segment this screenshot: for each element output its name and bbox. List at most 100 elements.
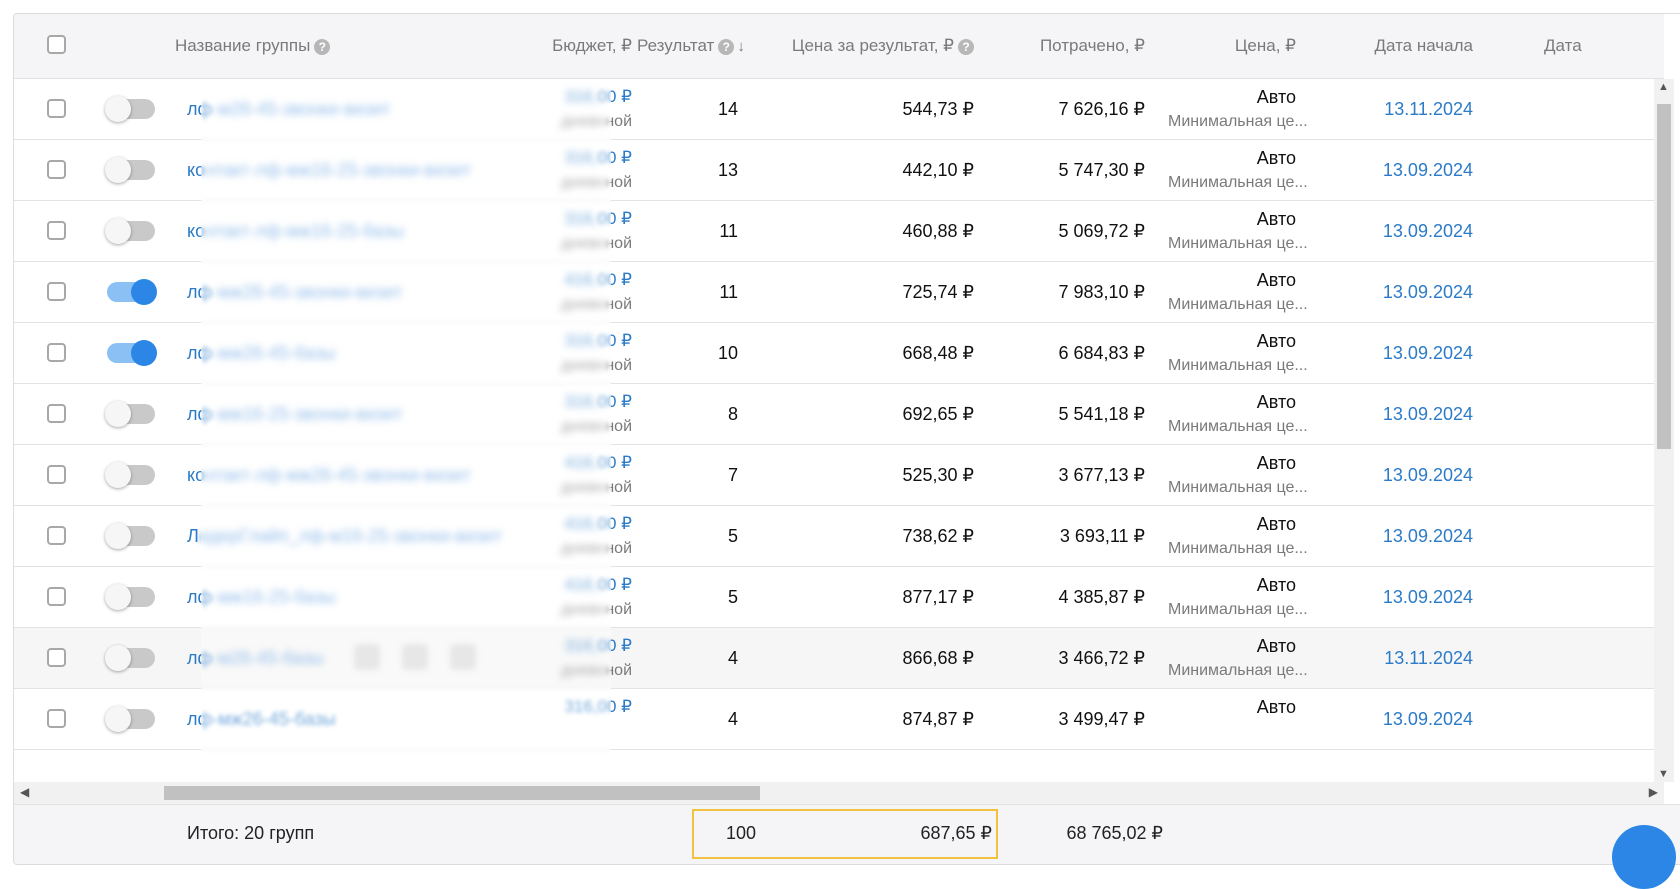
budget-value[interactable]: 316,00 ₽ — [564, 636, 632, 656]
vertical-scroll-thumb[interactable] — [1657, 104, 1671, 449]
cpr-value: 738,62 ₽ — [902, 526, 974, 546]
group-name-link[interactable]: лф-мж16-25-базы — [187, 567, 336, 627]
status-toggle[interactable] — [105, 462, 155, 488]
help-icon[interactable]: ? — [958, 38, 974, 55]
spent-value: 7 626,16 ₽ — [1058, 99, 1145, 119]
table-row[interactable]: контакт-лф-мж26-45-звонки-визит 416,00 ₽ д… — [14, 445, 1664, 506]
table-row[interactable]: лф-м26-45-базы 316,00 ₽ дневнной 4 866,68 ₽ 3… — [14, 628, 1664, 689]
scroll-left-icon[interactable]: ◀ — [20, 785, 29, 799]
table-row[interactable]: контакт-лф-мж16-25-звонки-визит 316,00 ₽ д… — [14, 140, 1664, 201]
toggle-knob — [105, 584, 131, 610]
row-actions — [354, 644, 476, 670]
budget-value[interactable]: 316,00 ₽ — [564, 87, 632, 107]
start-date-link[interactable]: 13.09.2024 — [1383, 506, 1473, 566]
group-name-link[interactable]: лф-м26-45-базы — [187, 628, 324, 688]
group-name-link[interactable]: ЛидерГлайп_лф-м16-25-звонки-визит — [187, 506, 502, 566]
vertical-scrollbar[interactable]: ▲ ▼ — [1654, 79, 1674, 782]
start-date-link[interactable]: 13.09.2024 — [1383, 201, 1473, 261]
table-row[interactable]: лф-мж26-45-базы 316,00 ₽ дневнной 10 668,48 … — [14, 323, 1664, 384]
budget-value[interactable]: 416,00 ₽ — [564, 575, 632, 595]
edit-icon[interactable] — [402, 644, 428, 670]
row-checkbox[interactable] — [47, 648, 66, 667]
start-date-link[interactable]: 13.09.2024 — [1383, 262, 1473, 322]
start-date-link[interactable]: 13.09.2024 — [1383, 140, 1473, 200]
column-start-date-header[interactable]: Дата начала — [1374, 14, 1473, 78]
budget-value[interactable]: 316,00 ₽ — [564, 697, 632, 717]
table-row[interactable]: лф-мж26-45-звонки-визит 416,00 ₽ дневнной 1… — [14, 262, 1664, 323]
scroll-up-icon[interactable]: ▲ — [1658, 81, 1669, 93]
scroll-right-icon[interactable]: ▶ — [1649, 785, 1658, 799]
status-toggle[interactable] — [105, 645, 155, 671]
status-toggle[interactable] — [105, 584, 155, 610]
status-toggle[interactable] — [105, 96, 155, 122]
row-checkbox[interactable] — [47, 404, 66, 423]
start-date-link[interactable]: 13.09.2024 — [1383, 445, 1473, 505]
row-checkbox[interactable] — [47, 526, 66, 545]
start-date-link[interactable]: 13.11.2024 — [1384, 79, 1473, 139]
chat-button[interactable] — [1612, 825, 1676, 889]
row-checkbox[interactable] — [47, 465, 66, 484]
column-cpr-header[interactable]: Цена за результат, ₽? — [792, 14, 974, 78]
budget-value[interactable]: 416,00 ₽ — [564, 270, 632, 290]
status-toggle[interactable] — [105, 218, 155, 244]
column-name-header[interactable]: Название группы? — [175, 14, 331, 78]
group-name-link[interactable]: контакт-лф-мж26-45-звонки-визит — [187, 445, 471, 505]
budget-value[interactable]: 316,00 ₽ — [564, 209, 632, 229]
price-strategy: Минимальная це... — [1168, 357, 1308, 374]
start-date-link[interactable]: 13.09.2024 — [1383, 567, 1473, 627]
row-checkbox[interactable] — [47, 99, 66, 118]
budget-value[interactable]: 316,00 ₽ — [564, 331, 632, 351]
status-toggle[interactable] — [107, 279, 157, 305]
group-name-link[interactable]: лф-м26-45-звонки-визит — [187, 79, 390, 139]
budget-value[interactable]: 316,00 ₽ — [564, 392, 632, 412]
row-checkbox[interactable] — [47, 221, 66, 240]
group-name-link[interactable]: лф-мж26-45-базы — [187, 323, 336, 383]
column-spent-header[interactable]: Потрачено, ₽ — [1040, 14, 1145, 78]
row-checkbox[interactable] — [47, 587, 66, 606]
column-end-date-header[interactable]: Дата — [1544, 14, 1582, 78]
table-row[interactable]: лф-мж26-45-базы 316,00 ₽ 4 874,87 ₽ 3 499,47… — [14, 689, 1664, 750]
row-checkbox[interactable] — [47, 709, 66, 728]
table-row[interactable]: ЛидерГлайп_лф-м16-25-звонки-визит 416,00 … — [14, 506, 1664, 567]
scroll-down-icon[interactable]: ▼ — [1658, 768, 1669, 780]
row-checkbox[interactable] — [47, 160, 66, 179]
row-checkbox[interactable] — [47, 343, 66, 362]
column-result-header[interactable]: Результат? ↓ — [637, 14, 745, 78]
table-row[interactable]: лф-м26-45-звонки-визит 316,00 ₽ дневнной 14… — [14, 79, 1664, 140]
more-icon[interactable] — [450, 644, 476, 670]
row-checkbox[interactable] — [47, 282, 66, 301]
column-price-header[interactable]: Цена, ₽ — [1235, 14, 1296, 78]
table-row[interactable]: контакт-лф-мж16-25-базы 316,00 ₽ дневнной 1… — [14, 201, 1664, 262]
cpr-value: 668,48 ₽ — [902, 343, 974, 363]
sort-desc-icon: ↓ — [737, 38, 745, 55]
price-strategy: Минимальная це... — [1168, 418, 1308, 435]
result-value: 11 — [719, 221, 738, 241]
status-toggle[interactable] — [105, 157, 155, 183]
group-name-link[interactable]: контакт-лф-мж16-25-звонки-визит — [187, 140, 471, 200]
budget-value[interactable]: 316,00 ₽ — [564, 148, 632, 168]
start-date-link[interactable]: 13.09.2024 — [1383, 323, 1473, 383]
select-all-checkbox[interactable] — [47, 35, 66, 54]
budget-value[interactable]: 416,00 ₽ — [564, 453, 632, 473]
status-toggle[interactable] — [105, 706, 155, 732]
group-name-link[interactable]: лф-мж26-45-базы — [187, 689, 336, 749]
help-icon[interactable]: ? — [718, 38, 735, 55]
help-icon[interactable]: ? — [314, 38, 331, 55]
table-row[interactable]: лф-мж16-25-звонки-визит 316,00 ₽ дневнной 8… — [14, 384, 1664, 445]
horizontal-scroll-thumb[interactable] — [164, 786, 760, 800]
copy-icon[interactable] — [354, 644, 380, 670]
group-name-link[interactable]: лф-мж26-45-звонки-визит — [187, 262, 402, 322]
group-name-link[interactable]: лф-мж16-25-звонки-визит — [187, 384, 402, 444]
start-date-link[interactable]: 13.09.2024 — [1383, 384, 1473, 444]
status-toggle[interactable] — [105, 401, 155, 427]
horizontal-scrollbar[interactable]: ◀ ▶ — [14, 782, 1664, 804]
table-row[interactable]: лф-мж16-25-базы 416,00 ₽ дневнной 5 877,17 ₽… — [14, 567, 1664, 628]
budget-value[interactable]: 416,00 ₽ — [564, 514, 632, 534]
column-budget-header[interactable]: Бюджет, ₽ — [552, 14, 632, 78]
group-name-link[interactable]: контакт-лф-мж16-25-базы — [187, 201, 404, 261]
start-date-link[interactable]: 13.11.2024 — [1384, 628, 1473, 688]
status-toggle[interactable] — [107, 340, 157, 366]
start-date-link[interactable]: 13.09.2024 — [1383, 689, 1473, 749]
budget-period: дневнной — [560, 296, 632, 313]
status-toggle[interactable] — [105, 523, 155, 549]
